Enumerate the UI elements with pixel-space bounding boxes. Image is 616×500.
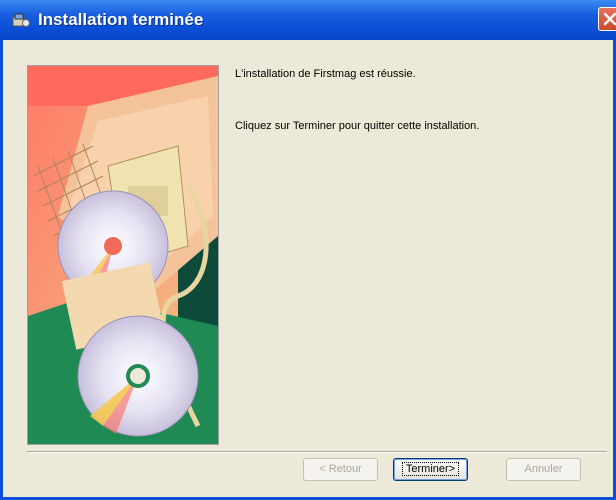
cancel-button[interactable]: Annuler xyxy=(506,458,581,481)
close-button[interactable] xyxy=(598,7,616,31)
finish-button[interactable]: Terminer> xyxy=(393,458,468,481)
separator xyxy=(27,451,607,453)
setup-illustration xyxy=(27,65,219,445)
title-bar[interactable]: Installation terminée xyxy=(0,0,616,40)
back-button[interactable]: < Retour xyxy=(303,458,378,481)
instruction-message: Cliquez sur Terminer pour quitter cette … xyxy=(235,120,480,132)
window-title: Installation terminée xyxy=(38,10,204,29)
installer-icon xyxy=(12,12,30,28)
success-message: L'installation de Firstmag est réussie. xyxy=(235,68,416,80)
finish-button-label: Terminer> xyxy=(401,462,460,476)
installer-window: Installation terminée L'installation de … xyxy=(0,0,616,500)
close-icon xyxy=(603,12,616,26)
